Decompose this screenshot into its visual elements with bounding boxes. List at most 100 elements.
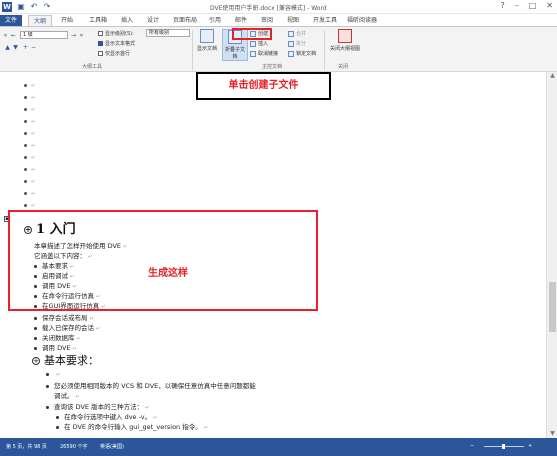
split-icon: [288, 40, 294, 47]
show-document-button[interactable]: 显示文档: [194, 29, 220, 61]
unlink-button[interactable]: 取消链接: [250, 50, 278, 57]
empty-paragraph: ↵: [24, 106, 35, 113]
zoom-out-icon[interactable]: −: [470, 443, 474, 449]
show-first-line-checkbox[interactable]: 仅显示首行: [98, 50, 130, 57]
empty-paragraph: ↵: [24, 94, 35, 101]
tab-file[interactable]: 文件: [0, 15, 23, 26]
empty-paragraph: ↵: [24, 202, 35, 209]
promote-to-heading-icon[interactable]: «: [2, 32, 9, 39]
empty-paragraph: ↵: [24, 178, 35, 185]
undo-icon[interactable]: ↶: [30, 3, 38, 11]
merge-button[interactable]: 合并: [288, 30, 306, 37]
outline-level-dropdown[interactable]: 1 级: [20, 31, 68, 39]
show-level-control: 显示级别(S):: [98, 30, 134, 37]
close-outline-view-button[interactable]: 关闭大纲视图: [330, 29, 360, 61]
empty-paragraph: ↵: [24, 118, 35, 125]
tab-view[interactable]: 视图: [282, 15, 304, 26]
create-highlight-box: [232, 28, 272, 40]
master-document-label: 主控文档: [262, 64, 283, 70]
word-count[interactable]: 26590 个字: [60, 443, 88, 450]
generated-label: 生成这样: [148, 268, 188, 279]
help-icon[interactable]: ?: [500, 1, 504, 10]
vertical-scrollbar[interactable]: ▲ ▼: [546, 72, 557, 438]
checkbox-unchecked-icon: [98, 51, 103, 56]
tab-toolbox[interactable]: 工具箱: [84, 15, 112, 26]
tab-references[interactable]: 引用: [204, 15, 226, 26]
collapse-icon[interactable]: −: [30, 44, 37, 51]
tab-review[interactable]: 审阅: [256, 15, 278, 26]
status-bar: 第 5 页，共 98 页 26590 个字 英语(美国) − +: [0, 438, 557, 456]
minimize-icon[interactable]: –: [515, 1, 519, 10]
merge-icon: [288, 30, 294, 37]
create-subdoc-callout: 单击创建子文件: [196, 72, 331, 100]
window-title: DVE使用用户手册.docx [兼容模式] - Word: [210, 5, 327, 12]
body-line: 查询该 DVE 版本的三种方法： ↵: [46, 401, 149, 411]
zoom-slider-knob[interactable]: [502, 444, 505, 449]
split-button[interactable]: 拆分: [288, 40, 306, 47]
expand-plus-icon[interactable]: +: [32, 357, 40, 365]
zoom-slider[interactable]: [484, 444, 524, 449]
list-item: 在命令行选项中键入 dve -v。 ↵: [56, 411, 157, 421]
save-icon[interactable]: ▣: [17, 3, 25, 11]
demote-to-body-icon[interactable]: »: [78, 32, 85, 39]
empty-paragraph: ↵: [24, 190, 35, 197]
show-text-format-checkbox[interactable]: 显示文本格式: [98, 40, 135, 47]
empty-paragraph: ↵: [24, 82, 35, 89]
body-line: 调试。 ↵: [54, 392, 80, 400]
empty-paragraph: ↵: [46, 370, 60, 378]
show-level-icon: [98, 31, 103, 36]
tab-design[interactable]: 设计: [142, 15, 164, 26]
scroll-up-icon[interactable]: ▲: [548, 72, 557, 80]
tab-mailings[interactable]: 邮件: [230, 15, 252, 26]
empty-paragraph: ↵: [24, 166, 35, 173]
close-group-label: 关闭: [338, 64, 349, 70]
unlink-icon: [250, 50, 256, 57]
tab-foxit[interactable]: 福昕阅读器: [342, 15, 382, 26]
empty-paragraph: ↵: [24, 130, 35, 137]
tab-developer[interactable]: 开发工具: [308, 15, 342, 26]
outline-tools-label: 大纲工具: [82, 64, 103, 70]
move-up-icon[interactable]: ▲: [4, 44, 11, 51]
redo-icon[interactable]: ↷: [43, 3, 51, 11]
show-level-dropdown[interactable]: 所有级别: [146, 29, 190, 37]
list-item: 关闭数据库 ↵: [34, 332, 81, 342]
maximize-icon[interactable]: □: [529, 1, 537, 10]
list-item: 保存会话或布局 ↵: [34, 312, 94, 322]
scroll-down-icon[interactable]: ▼: [548, 430, 557, 438]
expand-icon[interactable]: +: [22, 44, 29, 51]
demote-icon[interactable]: →: [70, 32, 77, 39]
window-controls: ? – □ ✕: [500, 1, 553, 10]
list-item: 载入已保存的会话 ↵: [34, 322, 100, 332]
ribbon-separator: [192, 30, 193, 70]
empty-paragraph: ↵: [24, 154, 35, 161]
heading-2: + 基本要求：: [32, 354, 99, 367]
empty-paragraph: ↵: [24, 142, 35, 149]
close-icon[interactable]: ✕: [546, 1, 553, 10]
ribbon: « ← 1 级 → » ▲ ▼ + − 显示级别(S): 所有级别 显示文本格式…: [0, 26, 557, 72]
list-item: 调用 DVE ↵: [34, 342, 77, 352]
ribbon-tabs: 文件 大纲 开始 工具箱 插入 设计 页面布局 引用 邮件 审阅 视图 开发工具…: [0, 14, 557, 26]
lock-document-button[interactable]: 锁定文档: [288, 50, 316, 57]
list-item: 在 DVE 的命令行输入 gui_get_version 指令。 ↵: [56, 421, 208, 431]
tab-page-layout[interactable]: 页面布局: [168, 15, 202, 26]
promote-icon[interactable]: ←: [10, 32, 17, 39]
ribbon-separator: [324, 30, 325, 70]
zoom-in-icon[interactable]: +: [528, 443, 532, 449]
tab-home[interactable]: 开始: [56, 15, 78, 26]
generated-result-highlight: [8, 210, 318, 311]
insert-icon: [250, 40, 256, 47]
tab-outline[interactable]: 大纲: [28, 15, 53, 26]
checkbox-checked-icon: [98, 41, 103, 46]
scroll-thumb[interactable]: [549, 282, 556, 332]
title-bar: W ▣ ↶ ↷ DVE使用用户手册.docx [兼容模式] - Word ? –…: [0, 0, 557, 14]
close-outline-icon: [338, 29, 352, 43]
word-app-icon: W: [2, 2, 12, 12]
move-down-icon[interactable]: ▼: [12, 44, 19, 51]
insert-button[interactable]: 插入: [250, 40, 268, 47]
page-count[interactable]: 第 5 页，共 98 页: [6, 443, 47, 450]
quick-access-toolbar: W ▣ ↶ ↷: [2, 2, 51, 12]
tab-insert[interactable]: 插入: [116, 15, 138, 26]
body-line: 您必须使用相同版本的 VCS 和 DVE，以确保任意仿真中任意问题都能: [46, 380, 256, 390]
lock-icon: [288, 50, 294, 57]
language[interactable]: 英语(美国): [100, 443, 124, 450]
